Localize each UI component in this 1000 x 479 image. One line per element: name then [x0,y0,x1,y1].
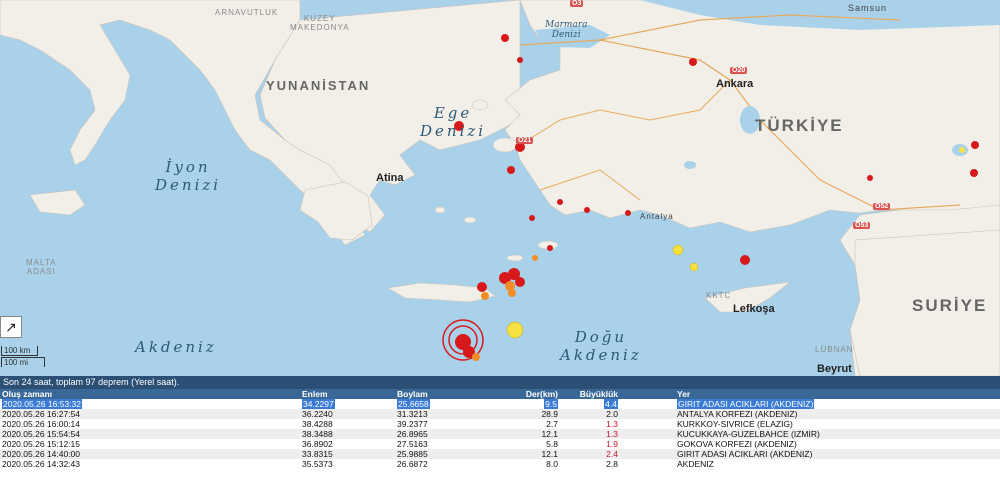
cell-lat: 36.2240 [300,409,395,419]
cell-lat: 34.2297 [302,399,335,409]
city-lefkosa: Lefkoşa [733,303,775,315]
label-greece: YUNANİSTAN [266,78,371,93]
label-mediterranean: Akdeniz [135,338,217,356]
header-lat[interactable]: Enlem [300,389,395,399]
map-scale: 100 km 100 mi [1,346,45,367]
table-row[interactable]: 2020.05.26 14:40:00 33.8315 25.9885 12.1… [0,449,1000,459]
cell-depth: 12.1 [490,429,560,439]
cell-depth: 5.8 [546,439,558,449]
cell-time: 2020.05.26 15:54:54 [0,429,300,439]
header-lon[interactable]: Boylam [395,389,490,399]
cell-location: AKDENIZ [677,459,714,469]
city-antalya: Antalya [640,212,674,221]
cell-lat: 36.8902 [302,439,333,449]
cell-location: GIRIT ADASI ACIKLARI (AKDENIZ) [675,449,1000,459]
table-header-row: Oluş zamanı Enlem Boylam Der(km) Büyüklü… [0,389,1000,399]
city-ankara: Ankara [716,78,754,90]
cell-depth: 8.0 [546,459,558,469]
cell-lat: 35.5373 [302,459,333,469]
cell-magnitude: 2.4 [560,449,675,459]
table-row[interactable]: 2020.05.26 15:12:15 36.8902 27.5163 5.8 … [0,439,1000,449]
road-o3: O3 [570,0,584,7]
cell-depth: 2.7 [546,419,558,429]
cell-lon: 39.2377 [397,419,428,429]
road-o21: O21 [516,137,534,144]
cell-lon: 27.5163 [397,439,428,449]
road-o52: O52 [873,203,891,210]
cell-lon: 25.9885 [395,449,490,459]
cell-lon: 26.6872 [397,459,428,469]
cell-time: 2020.05.26 16:27:54 [0,409,300,419]
header-time[interactable]: Oluş zamanı [0,389,300,399]
earthquake-list-panel: Son 24 saat, toplam 97 deprem (Yerel saa… [0,376,1000,479]
road-o53: O53 [853,222,871,229]
cell-location: ANTALYA KORFEZI (AKDENIZ) [675,409,1000,419]
cell-location: GIRIT ADASI ACIKLARI (AKDENIZ) [677,399,815,409]
scale-km: 100 km [1,346,38,356]
cell-depth: 12.1 [490,449,560,459]
city-atina: Atina [376,172,404,184]
label-malta: MALTA ADASI [26,258,57,276]
city-samsun: Samsun [848,3,888,13]
header-depth[interactable]: Der(km) [490,389,560,399]
table-row[interactable]: 2020.05.26 14:32:43 35.5373 26.6872 8.0 … [0,459,1000,469]
cell-depth: 9.5 [544,399,558,409]
cell-magnitude: 4.4 [604,399,618,409]
label-north-macedonia: KUZEY MAKEDONYA [290,14,350,32]
table-row[interactable]: 2020.05.26 16:53:32 34.2297 25.6658 9.5 … [0,399,1000,409]
label-lebanon: LÜBNAN [815,345,854,354]
cell-time: 2020.05.26 14:40:00 [0,449,300,459]
label-kktc: KKTC [706,291,732,300]
cell-time: 2020.05.26 16:00:14 [2,419,80,429]
label-turkey: TÜRKİYE [755,116,844,135]
label-aegean-sea: Ege Denizi [420,104,487,140]
cell-depth: 28.9 [490,409,560,419]
map-basemap [0,0,1000,376]
earthquake-map[interactable]: ARNAVUTLUK KUZEY MAKEDONYA YUNANİSTAN TÜ… [0,0,1000,376]
table-row[interactable]: 2020.05.26 16:27:54 36.2240 31.3213 28.9… [0,409,1000,419]
cell-location: KUCUKKAYA-GUZELBAHCE (IZMIR) [675,429,1000,439]
header-location[interactable]: Yer [675,389,1000,399]
cell-lon: 25.6658 [397,399,430,409]
cell-lon: 31.3213 [395,409,490,419]
cell-time: 2020.05.26 16:53:32 [2,399,82,409]
label-east-mediterranean: Doğu Akdeniz [560,328,642,364]
city-beyrut: Beyrut [817,363,852,375]
label-syria: SURİYE [912,296,988,315]
cell-magnitude: 2.0 [560,409,675,419]
expand-arrow-icon[interactable]: ↗ [0,316,22,338]
header-magnitude[interactable]: Büyüklük [560,389,675,399]
label-marmara: Marmara Denizi [545,20,588,40]
table-row[interactable]: 2020.05.26 16:00:14 38.4288 39.2377 2.7 … [0,419,1000,429]
cell-location: GOKOVA KORFEZI (AKDENIZ) [677,439,797,449]
road-o20: O20 [730,67,748,74]
cell-magnitude: 1.9 [606,439,618,449]
cell-time: 2020.05.26 15:12:15 [2,439,80,449]
cell-magnitude: 1.3 [560,429,675,439]
cell-lon: 26.8965 [395,429,490,439]
label-ionian-sea: İyon Denizi [155,158,222,194]
earthquake-table: Oluş zamanı Enlem Boylam Der(km) Büyüklü… [0,389,1000,469]
table-row[interactable]: 2020.05.26 15:54:54 38.3488 26.8965 12.1… [0,429,1000,439]
cell-magnitude: 2.8 [606,459,618,469]
cell-lat: 38.4288 [302,419,333,429]
label-arnavutluk: ARNAVUTLUK [215,8,279,17]
cell-lat: 38.3488 [300,429,395,439]
panel-title: Son 24 saat, toplam 97 deprem (Yerel saa… [0,376,1000,389]
cell-location: KURKKOY-SIVRICE (ELAZIG) [677,419,793,429]
scale-mi: 100 mi [1,357,45,367]
cell-lat: 33.8315 [300,449,395,459]
cell-time: 2020.05.26 14:32:43 [2,459,80,469]
cell-magnitude: 1.3 [606,419,618,429]
